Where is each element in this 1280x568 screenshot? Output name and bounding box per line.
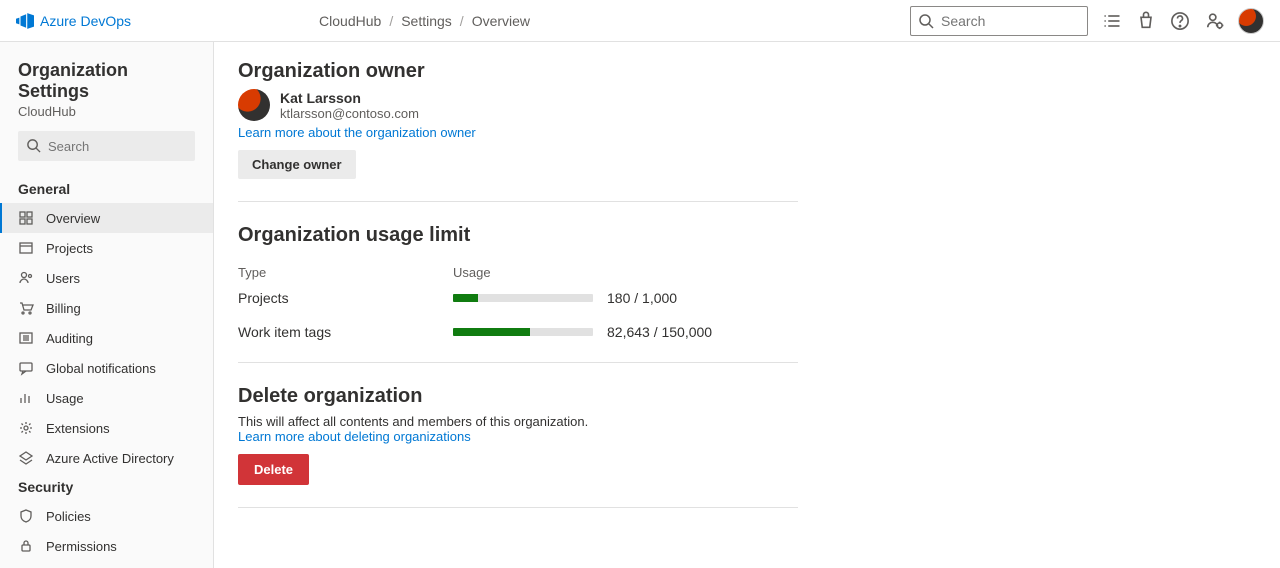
- list-icon: [18, 330, 34, 346]
- sidebar-item-label: Projects: [46, 241, 93, 256]
- projects-icon: [18, 240, 34, 256]
- owner-avatar: [238, 89, 270, 121]
- product-logo[interactable]: Azure DevOps: [16, 12, 131, 30]
- task-list-icon[interactable]: [1102, 11, 1122, 31]
- delete-section-title: Delete organization: [238, 385, 798, 408]
- sidebar-item-label: Global notifications: [46, 361, 156, 376]
- sidebar-item-label: Usage: [46, 391, 84, 406]
- sidebar-org-name: CloudHub: [0, 104, 213, 131]
- owner-name: Kat Larsson: [280, 90, 419, 106]
- usage-section-title: Organization usage limit: [238, 224, 798, 247]
- divider: [238, 507, 798, 508]
- usage-section: Organization usage limit Type Usage Proj…: [238, 224, 798, 340]
- breadcrumb-item[interactable]: Settings: [401, 13, 452, 29]
- sidebar-heading: General: [0, 175, 213, 203]
- sidebar-item-global-notifications[interactable]: Global notifications: [0, 353, 213, 383]
- usage-row: Work item tags 82,643 / 150,000: [238, 324, 798, 340]
- marketplace-icon[interactable]: [1136, 11, 1156, 31]
- gear-icon: [18, 420, 34, 436]
- delete-learn-link[interactable]: Learn more about deleting organizations: [238, 429, 798, 444]
- sidebar-item-permissions[interactable]: Permissions: [0, 531, 213, 561]
- sidebar-item-label: Policies: [46, 509, 91, 524]
- sidebar-item-auditing[interactable]: Auditing: [0, 323, 213, 353]
- bars-icon: [18, 390, 34, 406]
- usage-type: Projects: [238, 290, 453, 306]
- sidebar-item-projects[interactable]: Projects: [0, 233, 213, 263]
- message-icon: [18, 360, 34, 376]
- usage-type: Work item tags: [238, 324, 453, 340]
- global-search[interactable]: [910, 6, 1088, 36]
- sidebar-item-users[interactable]: Users: [0, 263, 213, 293]
- sidebar-item-billing[interactable]: Billing: [0, 293, 213, 323]
- search-icon: [918, 13, 934, 29]
- aad-icon: [18, 450, 34, 466]
- user-settings-icon[interactable]: [1204, 11, 1224, 31]
- global-search-input[interactable]: [910, 6, 1088, 36]
- change-owner-button[interactable]: Change owner: [238, 150, 356, 179]
- search-icon: [26, 138, 41, 153]
- delete-button[interactable]: Delete: [238, 454, 309, 485]
- avatar[interactable]: [1238, 8, 1264, 34]
- shield-icon: [18, 508, 34, 524]
- breadcrumb-item[interactable]: CloudHub: [319, 13, 381, 29]
- usage-row: Projects 180 / 1,000: [238, 290, 798, 306]
- cart-icon: [18, 300, 34, 316]
- delete-description: This will affect all contents and member…: [238, 414, 798, 429]
- sidebar: Organization Settings CloudHub General Ov…: [0, 42, 214, 568]
- sidebar-item-label: Permissions: [46, 539, 117, 554]
- divider: [238, 201, 798, 202]
- usage-header-type: Type: [238, 265, 453, 280]
- delete-section: Delete organization This will affect all…: [238, 385, 798, 485]
- sidebar-search[interactable]: [18, 131, 195, 161]
- topbar-right: [910, 6, 1264, 36]
- sidebar-item-overview[interactable]: Overview: [0, 203, 213, 233]
- sidebar-item-extensions[interactable]: Extensions: [0, 413, 213, 443]
- sidebar-item-usage[interactable]: Usage: [0, 383, 213, 413]
- sidebar-search-input[interactable]: [18, 131, 195, 161]
- azure-devops-icon: [16, 12, 34, 30]
- help-icon[interactable]: [1170, 11, 1190, 31]
- owner-section: Organization owner Kat Larsson ktlarsson…: [238, 60, 798, 179]
- usage-value: 82,643 / 150,000: [607, 324, 712, 340]
- sidebar-item-azure-active-directory[interactable]: Azure Active Directory: [0, 443, 213, 473]
- usage-progress: [453, 328, 593, 336]
- breadcrumb-item[interactable]: Overview: [472, 13, 530, 29]
- usage-header-usage: Usage: [453, 265, 633, 280]
- sidebar-item-label: Auditing: [46, 331, 93, 346]
- sidebar-item-label: Billing: [46, 301, 81, 316]
- owner-email: ktlarsson@contoso.com: [280, 106, 419, 121]
- owner-section-title: Organization owner: [238, 60, 798, 83]
- sidebar-item-label: Users: [46, 271, 80, 286]
- usage-progress: [453, 294, 593, 302]
- sidebar-item-label: Overview: [46, 211, 100, 226]
- sidebar-item-label: Azure Active Directory: [46, 451, 174, 466]
- product-name: Azure DevOps: [40, 13, 131, 29]
- sidebar-title: Organization Settings: [0, 60, 213, 104]
- sidebar-item-label: Extensions: [46, 421, 110, 436]
- topbar: Azure DevOps CloudHub / Settings / Overv…: [0, 0, 1280, 42]
- main-content: Organization owner Kat Larsson ktlarsson…: [214, 42, 1280, 568]
- breadcrumb: CloudHub / Settings / Overview: [319, 13, 530, 29]
- divider: [238, 362, 798, 363]
- lock-icon: [18, 538, 34, 554]
- grid-icon: [18, 210, 34, 226]
- sidebar-heading: Security: [0, 473, 213, 501]
- owner-learn-link[interactable]: Learn more about the organization owner: [238, 125, 798, 140]
- users-icon: [18, 270, 34, 286]
- sidebar-item-policies[interactable]: Policies: [0, 501, 213, 531]
- usage-value: 180 / 1,000: [607, 290, 677, 306]
